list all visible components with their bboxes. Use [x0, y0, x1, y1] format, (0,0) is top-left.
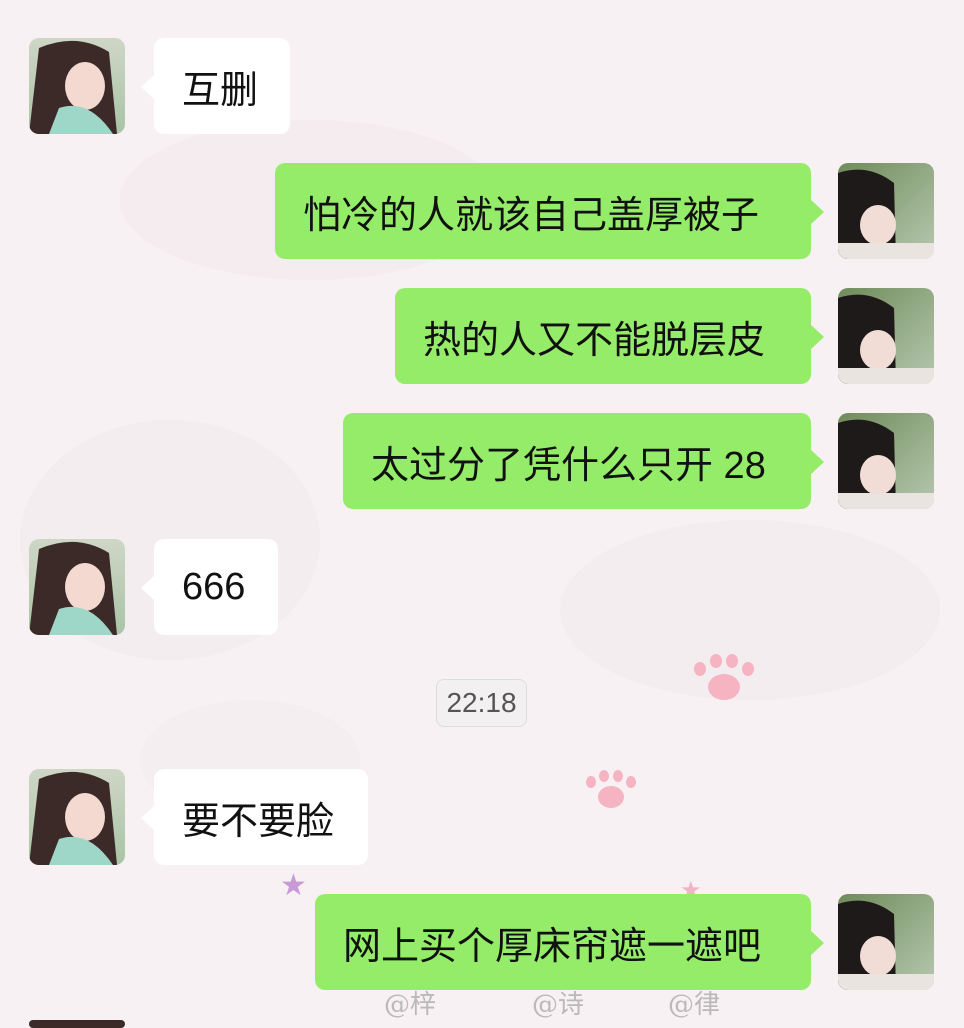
avatar[interactable]: [838, 163, 934, 259]
avatar-image: [838, 163, 934, 259]
message-bubble-incoming[interactable]: 666: [141, 539, 278, 635]
avatar[interactable]: [29, 539, 125, 635]
message-text: 热的人又不能脱层皮: [423, 319, 766, 362]
avatar[interactable]: [29, 769, 125, 865]
message-bubble-outgoing[interactable]: 怕冷的人就该自己盖厚被子: [275, 163, 824, 259]
avatar[interactable]: [29, 38, 125, 134]
avatar[interactable]: [838, 413, 934, 509]
avatar[interactable]: [29, 1020, 125, 1028]
avatar[interactable]: [838, 894, 934, 990]
message-text: 要不要脸: [182, 800, 335, 843]
timestamp-divider: 22:18: [436, 679, 527, 727]
avatar-image: [838, 413, 934, 509]
message-bubble-incoming[interactable]: 互删: [141, 38, 290, 134]
avatar[interactable]: [838, 288, 934, 384]
avatar-image: [29, 1020, 125, 1028]
message-text: 互删: [182, 69, 259, 112]
avatar-image: [838, 894, 934, 990]
message-text: 网上买个厚床帘遮一遮吧: [343, 925, 762, 968]
avatar-image: [838, 288, 934, 384]
message-text: 666: [182, 565, 246, 608]
chat-message-list[interactable]: 互删 怕冷的人就该自己盖厚被子 热的人又不能脱层皮 太过分了凭什么只开 28 6…: [0, 0, 964, 1028]
avatar-image: [29, 38, 125, 134]
message-text: 太过分了凭什么只开 28: [371, 444, 766, 487]
avatar-image: [29, 769, 125, 865]
message-bubble-incoming[interactable]: 要不要脸: [141, 769, 368, 865]
message-text: 怕冷的人就该自己盖厚被子: [303, 194, 760, 237]
message-bubble-outgoing[interactable]: 热的人又不能脱层皮: [395, 288, 824, 384]
avatar-image: [29, 539, 125, 635]
message-bubble-outgoing[interactable]: 太过分了凭什么只开 28: [343, 413, 824, 509]
message-bubble-outgoing[interactable]: 网上买个厚床帘遮一遮吧: [315, 894, 824, 990]
